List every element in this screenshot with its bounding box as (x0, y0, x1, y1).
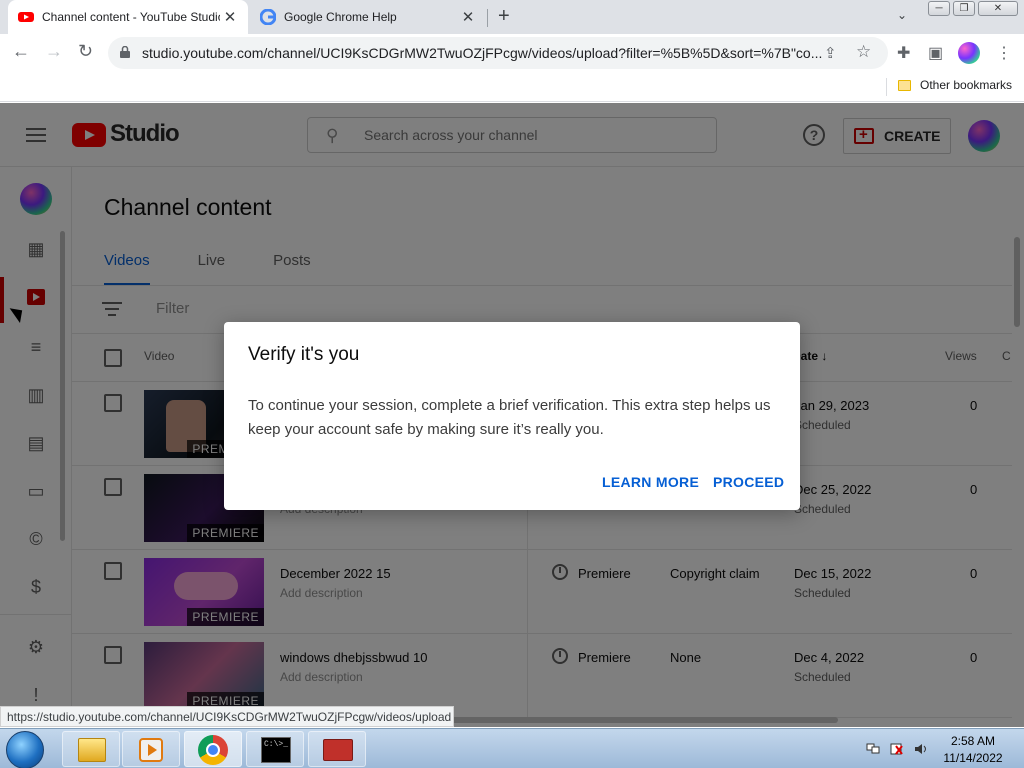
tab-strip: Channel content - YouTube Studio ✕ Googl… (0, 0, 1024, 34)
youtube-favicon-icon (18, 12, 34, 22)
close-window-button[interactable]: ✕ (978, 1, 1018, 16)
clock-date[interactable]: 11/14/2022 (940, 751, 1006, 765)
google-favicon-icon (260, 9, 276, 25)
reload-icon[interactable]: ↻ (78, 41, 93, 62)
bookmarks-separator (886, 78, 887, 96)
browser-toolbar: ← → ↻ studio.youtube.com/channel/UCI9KsC… (0, 34, 1024, 72)
bookmark-star-icon[interactable]: ☆ (856, 42, 871, 62)
extensions-puzzle-icon[interactable]: ✚ (897, 43, 910, 63)
side-panel-icon[interactable]: ▣ (928, 43, 943, 63)
tab-chrome-help[interactable]: Google Chrome Help ✕ (250, 0, 486, 34)
start-button[interactable] (6, 731, 44, 768)
close-tab-icon[interactable]: ✕ (458, 8, 478, 26)
profile-avatar[interactable] (958, 42, 980, 64)
close-tab-icon[interactable]: ✕ (220, 8, 240, 26)
command-prompt-icon: C:\>_ (261, 737, 291, 763)
taskbar-command-prompt[interactable]: C:\>_ (246, 731, 304, 767)
lock-icon[interactable] (120, 46, 130, 58)
chevron-down-icon[interactable]: ⌄ (897, 8, 907, 22)
taskbar-explorer[interactable] (62, 731, 120, 767)
taskbar-toolbox[interactable] (308, 731, 366, 767)
share-icon[interactable]: ⇪ (824, 44, 837, 62)
tab-title: Google Chrome Help (284, 10, 397, 24)
volume-icon[interactable] (914, 743, 928, 755)
minimize-button[interactable]: ─ (928, 1, 950, 16)
proceed-button[interactable]: PROCEED (713, 474, 784, 490)
toolbox-icon (323, 739, 353, 761)
dialog-title: Verify it's you (248, 344, 360, 365)
forward-arrow-icon[interactable]: → (45, 41, 63, 62)
action-center-icon[interactable] (890, 743, 904, 755)
media-player-icon (139, 738, 163, 762)
taskbar-media-player[interactable] (122, 731, 180, 767)
tab-title: Channel content - YouTube Studio (42, 10, 220, 24)
learn-more-button[interactable]: LEARN MORE (602, 474, 699, 490)
maximize-button[interactable]: ❐ (953, 1, 975, 16)
tab-separator (487, 9, 488, 27)
back-arrow-icon[interactable]: ← (12, 41, 30, 62)
verify-dialog: Verify it's you To continue your session… (224, 322, 800, 510)
folder-icon[interactable] (898, 80, 911, 91)
url-text[interactable]: studio.youtube.com/channel/UCI9KsCDGrMW2… (142, 45, 822, 61)
file-explorer-icon (78, 738, 106, 762)
new-tab-icon[interactable]: + (498, 5, 510, 28)
windows-taskbar: C:\>_ 2:58 AM 11/14/2022 (0, 728, 1024, 768)
other-bookmarks-link[interactable]: Other bookmarks (920, 78, 1012, 92)
taskbar-chrome[interactable] (184, 731, 242, 767)
tab-youtube-studio[interactable]: Channel content - YouTube Studio ✕ (8, 0, 248, 34)
clock-time[interactable]: 2:58 AM (940, 734, 1006, 748)
chrome-icon (198, 735, 228, 765)
dialog-message: To continue your session, complete a bri… (248, 397, 771, 438)
address-bar[interactable]: studio.youtube.com/channel/UCI9KsCDGrMW2… (108, 37, 888, 69)
link-status-bar: https://studio.youtube.com/channel/UCI9K… (0, 706, 454, 727)
network-icon[interactable] (866, 743, 880, 755)
more-menu-icon[interactable]: ⋮ (996, 43, 1012, 63)
bookmarks-bar: Other bookmarks (0, 72, 1024, 102)
